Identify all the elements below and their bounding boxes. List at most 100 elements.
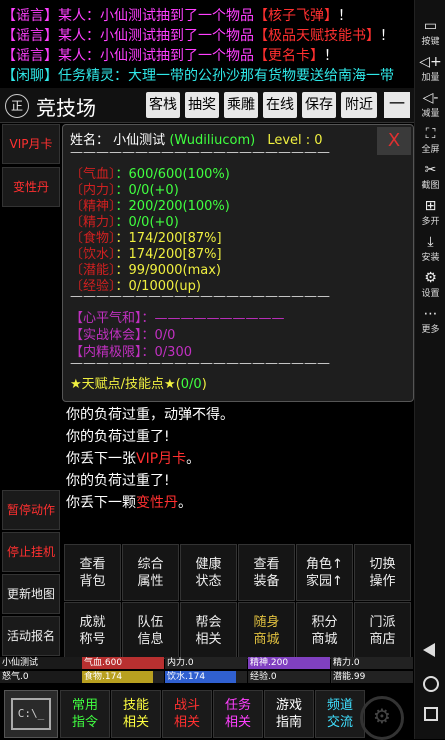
talent-points-row: ★天赋点/技能点★(0/0) bbox=[70, 373, 207, 392]
bottom-label-line1: 常用 bbox=[71, 698, 98, 713]
bottom-label-line2: 指令 bbox=[71, 715, 98, 730]
terminal-icon: C:\_ bbox=[11, 698, 51, 730]
bottom-label-line2: 交流 bbox=[326, 715, 353, 730]
menu-button[interactable]: 积分 商城 bbox=[296, 602, 353, 659]
bottom-label-line1: 技能 bbox=[122, 698, 149, 713]
gender-pill-button[interactable]: 变性丹 bbox=[2, 167, 60, 207]
status-bar: 食物.174 bbox=[82, 671, 164, 683]
menu-label-line2: 相关 bbox=[195, 631, 222, 647]
menu-label-line1: 成就 bbox=[79, 614, 106, 630]
nearby-button[interactable]: 附近 bbox=[341, 92, 377, 118]
rumor-end: ！ bbox=[324, 48, 338, 64]
home-icon[interactable] bbox=[423, 676, 439, 692]
room-badge-icon[interactable]: 正 bbox=[5, 94, 29, 118]
menu-label-line1: 随身 bbox=[253, 614, 280, 630]
status-rage: 怒气.0 bbox=[0, 671, 82, 683]
log-text: 你的负荷过重了! bbox=[66, 429, 170, 445]
sidebar-label: 更多 bbox=[421, 325, 440, 335]
multi-open-icon: ⊞ bbox=[424, 198, 437, 214]
rumor-end: ！ bbox=[338, 8, 352, 24]
log-line: 你丢下一张VIP月卡。 bbox=[66, 448, 200, 470]
collapse-button[interactable]: 一 bbox=[384, 92, 410, 118]
menu-button[interactable]: 综合 属性 bbox=[122, 544, 179, 601]
menu-label-line2: 背包 bbox=[79, 573, 106, 589]
bottom-menu-button[interactable]: 频道 交流 bbox=[315, 690, 365, 738]
bottom-menu-button[interactable]: 游戏 指南 bbox=[264, 690, 314, 738]
menu-button[interactable]: 门派 商店 bbox=[354, 602, 411, 659]
status-bar: 精神.200 bbox=[248, 657, 330, 669]
rumor-line: 【谣言】某人：小仙测试抽到了一个物品【极品天赋技能书】！ bbox=[2, 26, 414, 46]
stop-idle-button[interactable]: 停止挂机 bbox=[2, 532, 60, 572]
menu-button[interactable]: 帮会 相关 bbox=[180, 602, 237, 659]
sidebar-item[interactable]: ◁+ 加量 bbox=[415, 54, 445, 83]
divider: ———————————————————— bbox=[70, 356, 330, 371]
rumor-line: 【闲聊】任务精灵：大理一带的公孙沙那有货物要送给南海一带 bbox=[2, 66, 414, 86]
back-icon[interactable] bbox=[423, 643, 435, 657]
menu-button[interactable]: 成就 称号 bbox=[64, 602, 121, 659]
sidebar-item[interactable]: ✂ 截图 bbox=[415, 162, 445, 191]
menu-button[interactable]: 查看 背包 bbox=[64, 544, 121, 601]
status-bar: 内力.0 bbox=[165, 657, 247, 669]
event-signup-button[interactable]: 活动报名 bbox=[2, 616, 60, 656]
menu-label-line2: 信息 bbox=[137, 631, 164, 647]
bottom-menu-button[interactable]: 常用 指令 bbox=[60, 690, 110, 738]
fullscreen-icon: ⛶ bbox=[425, 126, 436, 142]
menu-button[interactable]: 切换 操作 bbox=[354, 544, 411, 601]
log-text: 你丢下一颗 bbox=[66, 495, 136, 511]
menu-button[interactable]: 健康 状态 bbox=[180, 544, 237, 601]
rumor-text: 某人：小仙测试抽到了一个物品 bbox=[58, 28, 254, 44]
status-bar: 潜能.99 bbox=[331, 671, 413, 683]
close-panel-button[interactable]: X bbox=[377, 127, 411, 155]
menu-label-line2: 状态 bbox=[195, 573, 222, 589]
inn-button[interactable]: 客栈 bbox=[146, 92, 180, 118]
recent-apps-icon[interactable] bbox=[424, 707, 438, 721]
bottom-menu-button[interactable]: 战斗 相关 bbox=[162, 690, 212, 738]
menu-label-line2: 装备 bbox=[253, 573, 280, 589]
rumor-line: 【谣言】某人：小仙测试抽到了一个物品【核子飞弹】！ bbox=[2, 6, 414, 26]
divider: ———————————————————— bbox=[70, 289, 330, 304]
menu-label-line2: 属性 bbox=[137, 573, 164, 589]
online-button[interactable]: 在线 bbox=[263, 92, 297, 118]
status-bar: 精力.0 bbox=[331, 657, 413, 669]
update-map-button[interactable]: 更新地图 bbox=[2, 574, 60, 614]
rumor-tag: 【谣言】 bbox=[2, 8, 58, 24]
menu-label-line1: 队伍 bbox=[137, 614, 164, 630]
gear-icon[interactable]: ⚙ bbox=[360, 696, 404, 740]
log-text: 你的负荷过重了! bbox=[66, 473, 170, 489]
menu-button[interactable]: 查看 装备 bbox=[238, 544, 295, 601]
sidebar-item[interactable]: ⊞ 多开 bbox=[415, 198, 445, 227]
volume-up-icon: ◁+ bbox=[419, 54, 442, 70]
status-bar: 气血.600 bbox=[82, 657, 164, 669]
bottom-label-line2: 相关 bbox=[224, 715, 251, 730]
bottom-menu-button[interactable]: 任务 相关 bbox=[213, 690, 263, 738]
vip-card-button[interactable]: VIP月卡 bbox=[2, 124, 60, 164]
menu-button[interactable]: 随身 商城 bbox=[238, 602, 295, 659]
pause-action-button[interactable]: 暂停动作 bbox=[2, 490, 60, 530]
sidebar-item[interactable]: ▭ 按键 bbox=[415, 18, 445, 47]
console-button[interactable]: C:\_ bbox=[4, 690, 58, 738]
status-bar-label: 食物.174 bbox=[84, 672, 123, 682]
menu-label-line1: 帮会 bbox=[195, 614, 222, 630]
menu-button[interactable]: 队伍 信息 bbox=[122, 602, 179, 659]
bottom-label-line1: 游戏 bbox=[275, 698, 302, 713]
sidebar-item[interactable]: ⛶ 全屏 bbox=[415, 126, 445, 155]
log-end: 。 bbox=[178, 495, 192, 511]
rumor-tag: 【闲聊】 bbox=[2, 68, 58, 84]
status-bar-fill bbox=[331, 671, 332, 683]
bottom-menu-button[interactable]: 技能 相关 bbox=[111, 690, 161, 738]
sidebar-label: 截图 bbox=[421, 181, 440, 191]
sidebar-item[interactable]: ⤓ 安装 bbox=[415, 234, 445, 263]
sidebar-item[interactable]: ◁- 减量 bbox=[415, 90, 445, 119]
save-button[interactable]: 保存 bbox=[302, 92, 336, 118]
rumor-line: 【谣言】某人：小仙测试抽到了一个物品【更名卡】！ bbox=[2, 46, 414, 66]
status-bar-label: 内力.0 bbox=[167, 658, 194, 668]
menu-label-line1: 健康 bbox=[195, 556, 222, 572]
bottom-label-line1: 频道 bbox=[326, 698, 353, 713]
ride-eagle-button[interactable]: 乘雕 bbox=[224, 92, 258, 118]
menu-button[interactable]: 角色↑ 家园↑ bbox=[296, 544, 353, 601]
sidebar-item[interactable]: ⋯ 更多 bbox=[415, 306, 445, 335]
volume-down-icon: ◁- bbox=[422, 90, 439, 106]
lottery-button[interactable]: 抽奖 bbox=[185, 92, 219, 118]
sidebar-item[interactable]: ⚙ 设置 bbox=[415, 270, 445, 299]
menu-label-line1: 查看 bbox=[253, 556, 280, 572]
